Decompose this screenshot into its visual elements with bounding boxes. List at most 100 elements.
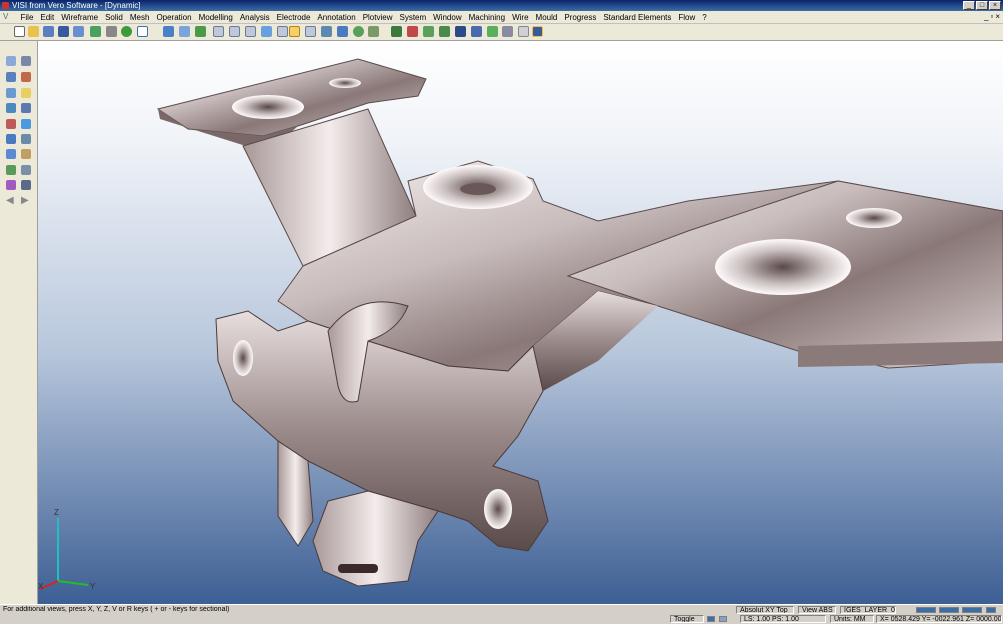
cube-icon[interactable] (532, 26, 543, 37)
select-icon[interactable] (6, 56, 16, 66)
menu-item-standard-elements[interactable]: Standard Elements (600, 13, 675, 22)
menu-item-system[interactable]: System (396, 13, 430, 22)
menu-item-machining[interactable]: Machining (465, 13, 508, 22)
status-hint: For additional views, press X, Y, Z, V o… (0, 606, 668, 614)
menu-item-solid[interactable]: Solid (102, 13, 127, 22)
document-icon[interactable]: V (3, 12, 12, 21)
forward-arrow-icon[interactable]: ▶ (21, 196, 31, 206)
3d-viewport[interactable]: Z X Y (38, 41, 1003, 604)
window-icon[interactable] (137, 26, 148, 37)
zoom-icon[interactable] (195, 26, 206, 37)
toggle-button[interactable]: Toggle (670, 615, 704, 623)
cylinder-view-1-icon[interactable] (213, 26, 224, 37)
new-file-icon[interactable] (14, 26, 25, 37)
view-name-field[interactable]: Absolut XY Top (736, 606, 794, 614)
menu-item-help[interactable]: ? (699, 13, 710, 22)
rotate-view-icon[interactable] (163, 26, 174, 37)
sphere-icon[interactable] (353, 26, 364, 37)
transform-icon[interactable] (6, 134, 16, 144)
hole-4[interactable] (484, 489, 512, 529)
menu-item-progress[interactable]: Progress (561, 13, 600, 22)
bin-icon[interactable] (6, 165, 16, 175)
menu-item-annotation[interactable]: Annotation (314, 13, 359, 22)
cross-icon[interactable] (21, 56, 31, 66)
pan-icon[interactable] (179, 26, 190, 37)
cylinder-view-5-icon[interactable] (277, 26, 288, 37)
menu-item-wireframe[interactable]: Wireframe (58, 13, 102, 22)
print-icon[interactable] (106, 26, 117, 37)
menu-item-edit[interactable]: Edit (37, 13, 58, 22)
close-icon[interactable]: × (989, 1, 1001, 10)
globe-icon[interactable] (121, 26, 132, 37)
countersunk-hole-2[interactable] (715, 239, 851, 295)
analysis-3-icon[interactable] (423, 26, 434, 37)
solid-icon[interactable] (21, 134, 31, 144)
doc-minimize-icon[interactable]: _ (984, 12, 988, 21)
status-swatch-5 (962, 607, 982, 613)
curve-icon[interactable] (21, 72, 31, 82)
menu-item-operation[interactable]: Operation (153, 13, 195, 22)
window-controls: _ □ × (963, 1, 1001, 10)
sheet-metal-part[interactable]: Z X Y (38, 41, 1003, 604)
properties-icon[interactable] (6, 180, 16, 190)
menu-item-wire[interactable]: Wire (509, 13, 532, 22)
minimize-icon[interactable]: _ (963, 1, 975, 10)
status-swatch-1 (707, 616, 715, 622)
measure-icon[interactable] (6, 103, 16, 113)
move-icon[interactable] (6, 88, 16, 98)
edit-icon[interactable] (21, 103, 31, 113)
layer-1-icon[interactable] (455, 26, 466, 37)
menu-item-plotview[interactable]: Plotview (359, 13, 396, 22)
slot-hole[interactable] (338, 564, 378, 573)
menu-item-mould[interactable]: Mould (532, 13, 561, 22)
import-icon[interactable] (90, 26, 101, 37)
analysis-4-icon[interactable] (439, 26, 450, 37)
delete-icon[interactable] (6, 119, 16, 129)
save-icon[interactable] (58, 26, 69, 37)
info-icon[interactable] (21, 165, 31, 175)
note-icon[interactable] (21, 88, 31, 98)
layer-2-icon[interactable] (471, 26, 482, 37)
status-swatch-6 (986, 607, 996, 613)
cylinder-view-3-icon[interactable] (245, 26, 256, 37)
save-as-icon[interactable] (73, 26, 84, 37)
menu-item-modelling[interactable]: Modelling (195, 13, 236, 22)
filter-icon[interactable] (487, 26, 498, 37)
erase-icon[interactable] (518, 26, 529, 37)
cylinder-view-4-icon[interactable] (261, 26, 272, 37)
menu-item-file[interactable]: File (17, 13, 37, 22)
cylinder-view-2-icon[interactable] (229, 26, 240, 37)
open-folder-icon[interactable] (28, 26, 39, 37)
menu-item-window[interactable]: Window (430, 13, 465, 22)
grid-icon[interactable] (368, 26, 379, 37)
hole-3[interactable] (233, 340, 253, 376)
hole-2[interactable] (846, 208, 902, 228)
hole-1[interactable] (329, 78, 361, 88)
dimension-icon[interactable] (21, 149, 31, 159)
menu-item-analysis[interactable]: Analysis (236, 13, 273, 22)
view-abs-field[interactable]: View ABS (798, 606, 836, 614)
camera-icon[interactable] (21, 180, 31, 190)
menu-item-electrode[interactable]: Electrode (273, 13, 314, 22)
back-arrow-icon[interactable]: ◀ (6, 196, 16, 206)
shade-3-icon[interactable] (337, 26, 348, 37)
attribute-icon[interactable] (502, 26, 513, 37)
countersunk-hole-1[interactable] (232, 95, 304, 119)
doc-close-icon[interactable]: × (995, 12, 1000, 21)
units-field: Units: MM (830, 615, 874, 623)
maximize-icon[interactable]: □ (976, 1, 988, 10)
analysis-2-icon[interactable] (407, 26, 418, 37)
menu-item-flow[interactable]: Flow (675, 13, 699, 22)
layer-field[interactable]: IGES_LAYER_0 (840, 606, 896, 614)
shade-2-icon[interactable] (321, 26, 332, 37)
plane-icon[interactable] (21, 119, 31, 129)
open-icon[interactable] (43, 26, 54, 37)
y-axis-label: Y (90, 582, 96, 591)
active-view-icon[interactable] (289, 26, 300, 37)
shade-1-icon[interactable] (305, 26, 316, 37)
help-icon[interactable] (6, 149, 16, 159)
menu-item-mesh[interactable]: Mesh (126, 13, 153, 22)
box-icon[interactable] (6, 72, 16, 82)
doc-restore-icon[interactable]: ▫ (990, 12, 993, 21)
analysis-1-icon[interactable] (391, 26, 402, 37)
